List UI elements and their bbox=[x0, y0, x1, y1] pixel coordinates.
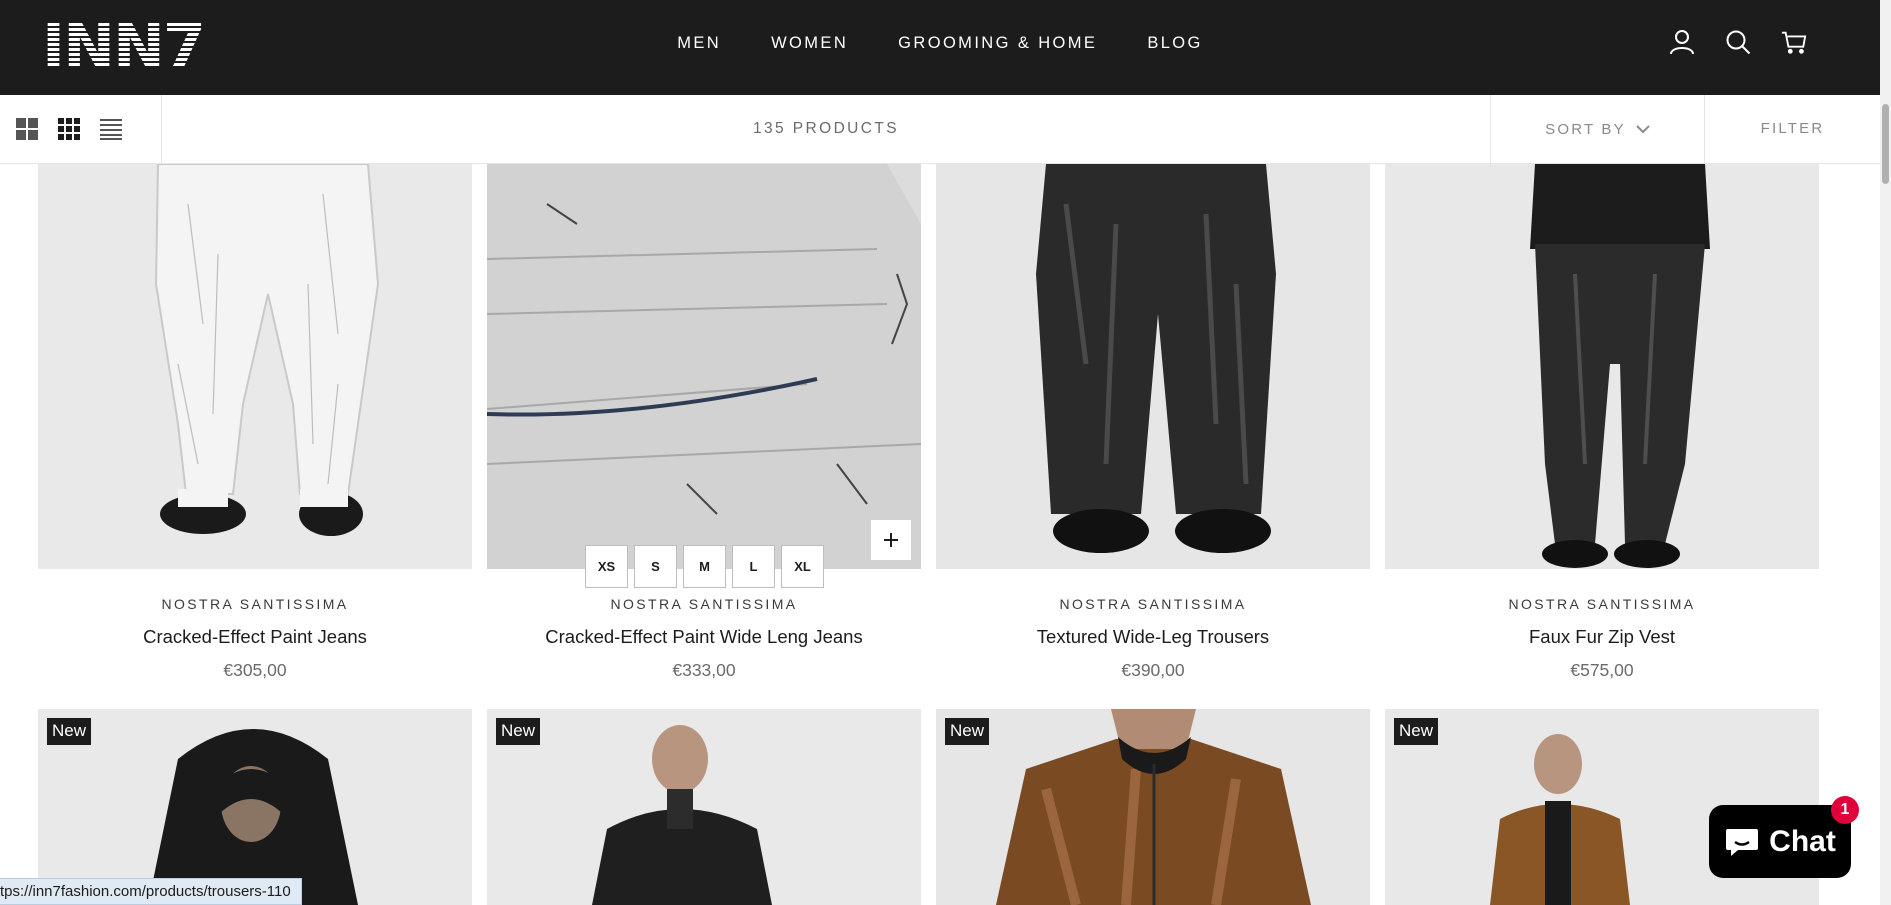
chat-notification-badge: 1 bbox=[1831, 796, 1859, 824]
size-selector: XS S M L XL bbox=[585, 545, 824, 588]
product-card[interactable]: NOSTRA SANTISSIMA Cracked-Effect Paint J… bbox=[38, 164, 472, 681]
new-badge: New bbox=[1394, 718, 1439, 745]
product-brand: NOSTRA SANTISSIMA bbox=[610, 596, 798, 612]
nav-women[interactable]: WOMEN bbox=[771, 34, 848, 53]
product-brand: NOSTRA SANTISSIMA bbox=[1508, 596, 1696, 612]
layout-switcher bbox=[0, 95, 162, 163]
product-card[interactable]: New bbox=[38, 709, 472, 905]
quick-add-button[interactable] bbox=[871, 520, 911, 560]
product-title[interactable]: Cracked-Effect Paint Jeans bbox=[38, 626, 472, 648]
size-option-m[interactable]: M bbox=[683, 545, 726, 588]
product-brand: NOSTRA SANTISSIMA bbox=[161, 596, 349, 612]
chat-label: Chat bbox=[1769, 824, 1836, 858]
product-photo bbox=[487, 709, 921, 905]
filter-label: FILTER bbox=[1760, 120, 1825, 137]
product-image[interactable]: New bbox=[936, 709, 1370, 905]
product-listing-page: INN7 MEN WOMEN GROOMING & HOME BLOG 135 … bbox=[0, 0, 1891, 905]
header-icons bbox=[1669, 29, 1807, 55]
grid-2-icon[interactable] bbox=[15, 117, 39, 141]
product-count: 135 PRODUCTS bbox=[753, 120, 899, 137]
sort-by-dropdown[interactable]: SORT BY bbox=[1490, 95, 1705, 163]
product-image[interactable] bbox=[936, 164, 1370, 569]
size-option-s[interactable]: S bbox=[634, 545, 677, 588]
product-image[interactable] bbox=[487, 164, 921, 569]
product-price: €575,00 bbox=[1570, 660, 1634, 680]
nav-men[interactable]: MEN bbox=[677, 34, 721, 53]
status-bar-url: tps://inn7fashion.com/products/trousers-… bbox=[0, 878, 302, 905]
new-badge: New bbox=[47, 718, 92, 745]
nav-blog[interactable]: BLOG bbox=[1147, 34, 1202, 53]
product-brand: NOSTRA SANTISSIMA bbox=[1059, 596, 1247, 612]
main-nav: MEN WOMEN GROOMING & HOME BLOG bbox=[0, 34, 1880, 53]
product-image[interactable]: New bbox=[487, 709, 921, 905]
chat-button[interactable]: Chat bbox=[1709, 805, 1851, 878]
chevron-down-icon bbox=[1636, 124, 1650, 133]
product-card[interactable]: New bbox=[487, 709, 921, 905]
product-image[interactable] bbox=[1385, 164, 1819, 569]
cart-icon[interactable] bbox=[1781, 29, 1807, 55]
product-card[interactable]: NOSTRA SANTISSIMA Faux Fur Zip Vest €575… bbox=[1385, 164, 1819, 681]
product-title[interactable]: Textured Wide-Leg Trousers bbox=[936, 626, 1370, 648]
site-header: INN7 MEN WOMEN GROOMING & HOME BLOG bbox=[0, 0, 1880, 95]
product-photo bbox=[1385, 164, 1819, 569]
product-title[interactable]: Faux Fur Zip Vest bbox=[1385, 626, 1819, 648]
search-icon[interactable] bbox=[1725, 29, 1751, 55]
product-photo bbox=[487, 164, 921, 569]
new-badge: New bbox=[945, 718, 990, 745]
product-card[interactable]: NOSTRA SANTISSIMA Cracked-Effect Paint W… bbox=[487, 164, 921, 681]
product-card[interactable]: New bbox=[936, 709, 1370, 905]
list-view-icon[interactable] bbox=[99, 117, 123, 141]
grid-4-icon[interactable] bbox=[57, 117, 81, 141]
product-price: €305,00 bbox=[223, 660, 287, 680]
nav-grooming-home[interactable]: GROOMING & HOME bbox=[898, 34, 1097, 53]
chat-bubble-icon bbox=[1726, 828, 1759, 856]
size-option-xs[interactable]: XS bbox=[585, 545, 628, 588]
page-scrollbar[interactable] bbox=[1880, 0, 1891, 905]
size-option-xl[interactable]: XL bbox=[781, 545, 824, 588]
product-photo bbox=[38, 709, 472, 905]
sort-by-label: SORT BY bbox=[1545, 120, 1626, 138]
account-icon[interactable] bbox=[1669, 29, 1695, 55]
filter-button[interactable]: FILTER bbox=[1705, 95, 1880, 163]
product-card[interactable]: NOSTRA SANTISSIMA Textured Wide-Leg Trou… bbox=[936, 164, 1370, 681]
product-title[interactable]: Cracked-Effect Paint Wide Leng Jeans bbox=[487, 626, 921, 648]
plus-icon bbox=[884, 533, 898, 547]
product-price: €333,00 bbox=[672, 660, 736, 680]
scrollbar-thumb[interactable] bbox=[1882, 104, 1889, 184]
product-price: €390,00 bbox=[1121, 660, 1185, 680]
product-photo bbox=[936, 709, 1370, 905]
product-image[interactable]: New bbox=[38, 709, 472, 905]
new-badge: New bbox=[496, 718, 541, 745]
size-option-l[interactable]: L bbox=[732, 545, 775, 588]
product-image[interactable] bbox=[38, 164, 472, 569]
product-photo bbox=[936, 164, 1370, 569]
product-photo bbox=[38, 164, 472, 569]
collection-toolbar: 135 PRODUCTS SORT BY FILTER bbox=[0, 95, 1880, 164]
